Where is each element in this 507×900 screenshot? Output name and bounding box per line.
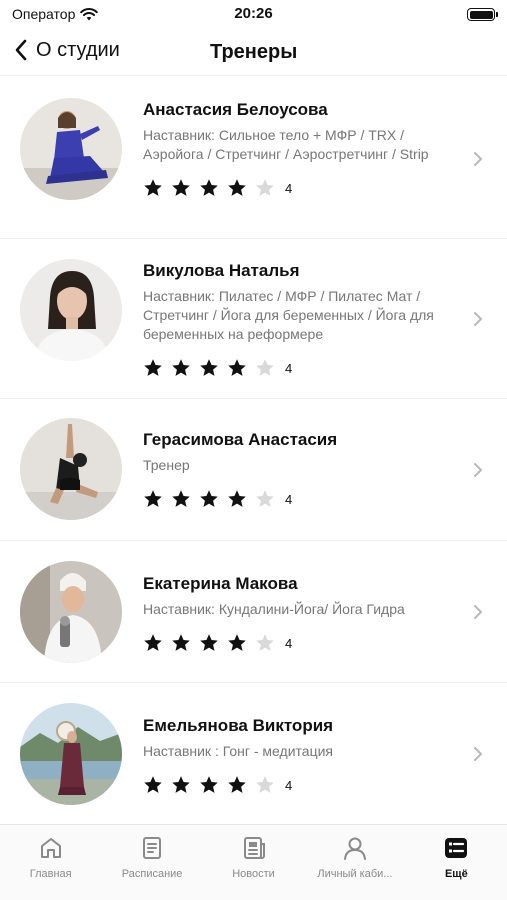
- rating-value: 4: [285, 360, 293, 376]
- chevron-right-icon: [474, 605, 482, 619]
- star-filled-icon: [228, 634, 246, 651]
- tab-bar: Главная Расписание Новости Личный каби..…: [0, 824, 507, 900]
- star-filled-icon: [144, 634, 162, 651]
- rating: 4: [143, 178, 468, 198]
- trainer-name: Анастасия Белоусова: [143, 100, 328, 119]
- trainer-row[interactable]: Екатерина Макова Наставник: Кундалини-Йо…: [0, 541, 507, 683]
- rating-value: 4: [285, 491, 293, 507]
- trainer-row[interactable]: Емельянова Виктория Наставник : Гонг - м…: [0, 683, 507, 825]
- star-filled-icon: [200, 179, 218, 196]
- rating-value: 4: [285, 777, 293, 793]
- star-empty-icon: [256, 776, 274, 793]
- rating: 4: [143, 633, 468, 653]
- rating-value: 4: [285, 180, 293, 196]
- rating: 4: [143, 489, 468, 509]
- profile-icon: [343, 837, 366, 860]
- trainer-name: Герасимова Анастасия: [143, 430, 338, 449]
- more-list-icon: [445, 838, 468, 858]
- star-filled-icon: [200, 776, 218, 793]
- avatar: [20, 259, 122, 361]
- status-bar: Оператор 20:26: [0, 0, 507, 28]
- star-filled-icon: [228, 490, 246, 507]
- chevron-right-icon: [474, 463, 482, 477]
- trainer-name: Екатерина Макова: [143, 574, 298, 593]
- star-filled-icon: [172, 359, 190, 376]
- star-empty-icon: [256, 359, 274, 376]
- avatar: [20, 561, 122, 663]
- trainer-role: Наставник: Пилатес / МФР / Пилатес Мат /…: [143, 288, 434, 342]
- navigation-bar: О студии Тренеры: [0, 30, 507, 76]
- rating-value: 4: [285, 635, 293, 651]
- avatar: [20, 418, 122, 520]
- page-title: Тренеры: [210, 41, 298, 63]
- star-filled-icon: [172, 179, 190, 196]
- chevron-left-icon: [15, 39, 27, 61]
- news-icon: [243, 837, 265, 859]
- tab-label: Личный каби...: [317, 868, 393, 880]
- schedule-icon: [143, 837, 162, 859]
- star-filled-icon: [200, 490, 218, 507]
- tab-home[interactable]: Главная: [0, 825, 101, 900]
- star-filled-icon: [144, 359, 162, 376]
- tab-schedule[interactable]: Расписание: [101, 825, 202, 900]
- avatar: [20, 703, 122, 805]
- star-filled-icon: [228, 359, 246, 376]
- star-filled-icon: [144, 776, 162, 793]
- star-filled-icon: [172, 490, 190, 507]
- trainer-name: Викулова Наталья: [143, 261, 300, 280]
- trainer-role: Наставник: Кундалини-Йога/ Йога Гидра: [143, 601, 405, 617]
- chevron-right-icon: [474, 747, 482, 761]
- tab-news[interactable]: Новости: [203, 825, 304, 900]
- star-filled-icon: [200, 634, 218, 651]
- trainer-row[interactable]: Герасимова Анастасия Тренер 4: [0, 399, 507, 541]
- back-button[interactable]: О студии: [14, 38, 120, 62]
- tab-more[interactable]: Ещё: [406, 825, 507, 900]
- trainer-row[interactable]: Викулова Наталья Наставник: Пилатес / МФ…: [0, 239, 507, 399]
- home-icon: [40, 838, 61, 858]
- star-filled-icon: [144, 179, 162, 196]
- trainer-list: Анастасия Белоусова Наставник: Сильное т…: [0, 78, 507, 825]
- star-filled-icon: [228, 776, 246, 793]
- star-empty-icon: [256, 179, 274, 196]
- star-filled-icon: [172, 776, 190, 793]
- tab-label: Ещё: [444, 868, 468, 880]
- chevron-right-icon: [474, 312, 482, 326]
- star-filled-icon: [228, 179, 246, 196]
- star-empty-icon: [256, 634, 274, 651]
- battery-icon: [467, 8, 498, 21]
- tab-profile[interactable]: Личный каби...: [304, 825, 405, 900]
- trainer-row[interactable]: Анастасия Белоусова Наставник: Сильное т…: [0, 78, 507, 239]
- avatar: [20, 98, 122, 200]
- trainer-role: Наставник: Сильное тело + МФР / TRX / Аэ…: [143, 127, 429, 162]
- tab-label: Расписание: [121, 868, 183, 880]
- star-filled-icon: [144, 490, 162, 507]
- tab-label: Новости: [232, 868, 275, 880]
- trainer-role: Тренер: [143, 457, 190, 473]
- chevron-right-icon: [474, 152, 482, 166]
- trainer-name: Емельянова Виктория: [143, 716, 334, 735]
- back-label: О студии: [36, 38, 120, 61]
- star-empty-icon: [256, 490, 274, 507]
- rating: 4: [143, 775, 468, 795]
- clock: 20:26: [234, 5, 273, 22]
- star-filled-icon: [172, 634, 190, 651]
- tab-label: Главная: [29, 868, 72, 880]
- rating: 4: [143, 358, 468, 378]
- trainer-role: Наставник : Гонг - медитация: [143, 743, 333, 759]
- star-filled-icon: [200, 359, 218, 376]
